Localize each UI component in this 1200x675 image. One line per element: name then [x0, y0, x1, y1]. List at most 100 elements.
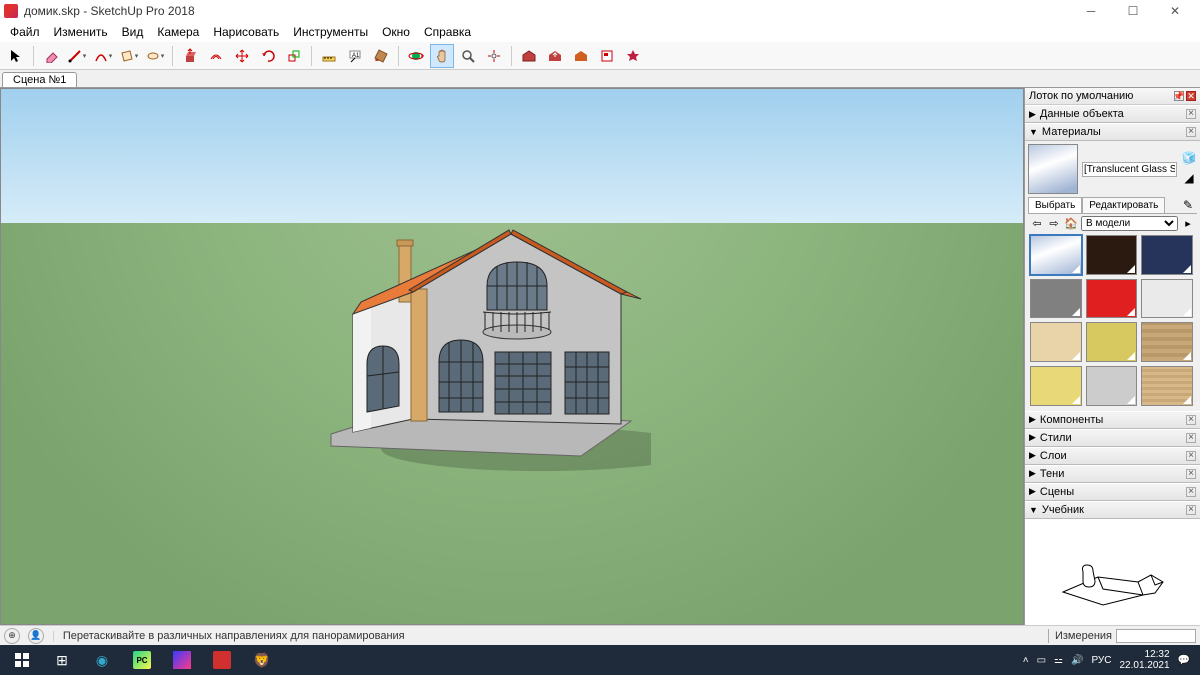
- menu-tools[interactable]: Инструменты: [287, 23, 374, 41]
- eraser-tool[interactable]: [39, 44, 63, 68]
- layout-tool[interactable]: [595, 44, 619, 68]
- menu-draw[interactable]: Нарисовать: [207, 23, 285, 41]
- edge-icon[interactable]: ◉: [82, 645, 122, 675]
- tray-pin-icon[interactable]: 📌: [1174, 91, 1184, 101]
- material-swatch[interactable]: [1141, 366, 1193, 406]
- menu-file[interactable]: Файл: [4, 23, 46, 41]
- warehouse-tool[interactable]: [517, 44, 541, 68]
- tray-close-icon[interactable]: ✕: [1186, 91, 1196, 101]
- menu-window[interactable]: Окно: [376, 23, 416, 41]
- panel-shadows[interactable]: ▶Тени×: [1025, 465, 1200, 483]
- home-icon[interactable]: 🏠: [1064, 217, 1078, 230]
- material-swatch[interactable]: [1141, 279, 1193, 319]
- materials-edit-tab[interactable]: Редактировать: [1082, 197, 1165, 213]
- volume-icon[interactable]: 🔊: [1071, 655, 1083, 666]
- scale-tool[interactable]: [282, 44, 306, 68]
- material-swatch[interactable]: [1086, 279, 1138, 319]
- material-swatch[interactable]: [1030, 279, 1082, 319]
- status-hint: Перетаскивайте в различных направлениях …: [63, 630, 405, 642]
- nav-back-icon[interactable]: ⇦: [1030, 217, 1044, 230]
- language-indicator[interactable]: РУС: [1091, 655, 1111, 666]
- panel-materials[interactable]: ▼Материалы×: [1025, 123, 1200, 141]
- status-bar: ⊕ 👤 | Перетаскивайте в различных направл…: [0, 625, 1200, 645]
- measurements-label: Измерения: [1055, 630, 1112, 642]
- minimize-button[interactable]: ─: [1070, 0, 1112, 22]
- line-tool[interactable]: ▾: [65, 44, 89, 68]
- select-tool[interactable]: [4, 44, 28, 68]
- panel-layers[interactable]: ▶Слои×: [1025, 447, 1200, 465]
- viewport-3d[interactable]: [0, 88, 1024, 625]
- rectangle-tool[interactable]: ▾: [117, 44, 141, 68]
- panel-styles[interactable]: ▶Стили×: [1025, 429, 1200, 447]
- orbit-tool[interactable]: [404, 44, 428, 68]
- circle-tool[interactable]: ▾: [143, 44, 167, 68]
- panel-components[interactable]: ▶Компоненты×: [1025, 411, 1200, 429]
- material-swatch[interactable]: [1030, 322, 1082, 362]
- windows-taskbar: ⊞ ◉ PC 🦁 ˄ ▭ ⚍ 🔊 РУС 12:32 22.01.2021 💬: [0, 645, 1200, 675]
- extension-warehouse-tool[interactable]: [569, 44, 593, 68]
- material-swatch[interactable]: [1086, 366, 1138, 406]
- pushpull-tool[interactable]: [178, 44, 202, 68]
- rotate-tool[interactable]: [256, 44, 280, 68]
- material-swatch[interactable]: [1086, 235, 1138, 275]
- geo-icon[interactable]: ⊕: [4, 628, 20, 644]
- offset-tool[interactable]: [204, 44, 228, 68]
- material-swatch[interactable]: [1086, 322, 1138, 362]
- app-icon: [4, 4, 18, 18]
- maximize-button[interactable]: ☐: [1112, 0, 1154, 22]
- close-button[interactable]: ✕: [1154, 0, 1196, 22]
- warehouse-share-tool[interactable]: [543, 44, 567, 68]
- task-view-icon[interactable]: ⊞: [42, 645, 82, 675]
- create-material-icon[interactable]: 🧊: [1181, 151, 1197, 167]
- material-swatch[interactable]: [1141, 322, 1193, 362]
- move-tool[interactable]: [230, 44, 254, 68]
- extensions-manager-tool[interactable]: [621, 44, 645, 68]
- text-tool[interactable]: A1: [343, 44, 367, 68]
- tray-up-icon[interactable]: ˄: [1023, 655, 1029, 666]
- notifications-icon[interactable]: 💬: [1178, 655, 1190, 666]
- tray-header[interactable]: Лоток по умолчанию 📌 ✕: [1025, 88, 1200, 105]
- details-menu-icon[interactable]: ▸: [1181, 217, 1195, 230]
- material-swatch[interactable]: [1141, 235, 1193, 275]
- material-swatch[interactable]: [1030, 366, 1082, 406]
- default-tray: Лоток по умолчанию 📌 ✕ ▶Данные объекта× …: [1024, 88, 1200, 625]
- tape-tool[interactable]: [317, 44, 341, 68]
- scene-tab-1[interactable]: Сцена №1: [2, 72, 77, 87]
- credits-icon[interactable]: 👤: [28, 628, 44, 644]
- tray-title: Лоток по умолчанию: [1029, 90, 1133, 102]
- instructor-content: [1025, 519, 1200, 625]
- material-preview[interactable]: [1028, 144, 1078, 194]
- menu-help[interactable]: Справка: [418, 23, 477, 41]
- scene-tabs: Сцена №1: [0, 70, 1200, 88]
- start-button[interactable]: [2, 645, 42, 675]
- panel-entity-info[interactable]: ▶Данные объекта×: [1025, 105, 1200, 123]
- menu-view[interactable]: Вид: [116, 23, 150, 41]
- eyedropper-icon[interactable]: ✎: [1179, 198, 1197, 212]
- model-house: [311, 214, 651, 474]
- wifi-icon[interactable]: ⚍: [1054, 655, 1063, 666]
- brave-icon[interactable]: 🦁: [242, 645, 282, 675]
- zoom-tool[interactable]: [456, 44, 480, 68]
- pycharm-icon[interactable]: PC: [122, 645, 162, 675]
- system-clock[interactable]: 12:32 22.01.2021: [1119, 649, 1169, 671]
- panel-scenes[interactable]: ▶Сцены×: [1025, 483, 1200, 501]
- menu-edit[interactable]: Изменить: [48, 23, 114, 41]
- materials-library-dropdown[interactable]: В модели: [1081, 216, 1178, 231]
- material-name-input[interactable]: [1082, 162, 1177, 177]
- material-swatch[interactable]: [1030, 235, 1082, 275]
- sketchup-taskbar-icon[interactable]: [202, 645, 242, 675]
- app-icon-2[interactable]: [162, 645, 202, 675]
- zoom-extents-tool[interactable]: [482, 44, 506, 68]
- arc-tool[interactable]: ▾: [91, 44, 115, 68]
- nav-fwd-icon[interactable]: ⇨: [1047, 217, 1061, 230]
- paint-tool[interactable]: [369, 44, 393, 68]
- measurements-input[interactable]: [1116, 629, 1196, 643]
- pan-tool[interactable]: [430, 44, 454, 68]
- menu-bar: Файл Изменить Вид Камера Нарисовать Инст…: [0, 22, 1200, 42]
- menu-camera[interactable]: Камера: [151, 23, 205, 41]
- default-material-icon[interactable]: ◢: [1181, 171, 1197, 187]
- materials-select-tab[interactable]: Выбрать: [1028, 197, 1082, 213]
- material-swatches: [1028, 233, 1197, 408]
- panel-instructor[interactable]: ▼Учебник×: [1025, 501, 1200, 519]
- battery-icon[interactable]: ▭: [1037, 655, 1046, 666]
